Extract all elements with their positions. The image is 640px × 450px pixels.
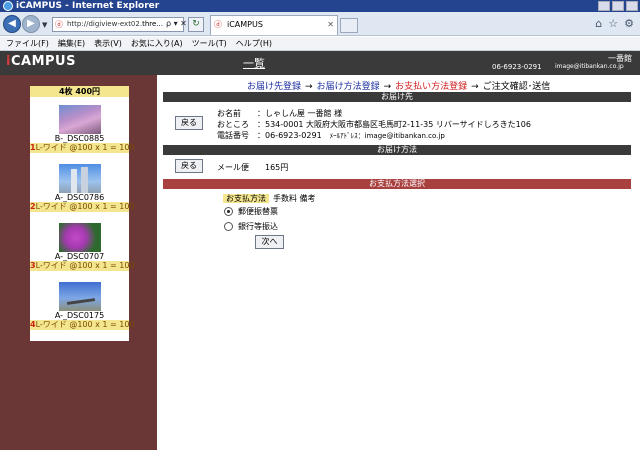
- cart-item[interactable]: A-_DSC0707 3L-ワイド @100 x 1 = 100: [30, 223, 135, 271]
- ie-icon: [3, 1, 13, 11]
- cart-summary: 4枚 400円: [30, 86, 129, 97]
- delivery-method: メール便 165円: [217, 162, 288, 173]
- photo-filename: A-_DSC0707: [54, 252, 105, 261]
- payment-method-header: お支払方法選択: [163, 179, 631, 189]
- window-controls: [598, 0, 638, 11]
- address-label: おところ: [217, 120, 249, 129]
- site-header: iCAMPUS 一覧 一番館 06-6923-0291 image@itiban…: [0, 51, 640, 75]
- menu-tools[interactable]: ツール(T): [192, 37, 227, 50]
- menu-view[interactable]: 表示(V): [94, 37, 122, 50]
- forward-arrow-icon[interactable]: ▶: [22, 15, 40, 33]
- delivery-method-header: お届け方法: [163, 145, 631, 155]
- tab-title: iCAMPUS: [227, 20, 263, 29]
- window-titlebar: iCAMPUS - Internet Explorer: [0, 0, 640, 12]
- photo-thumbnail[interactable]: [58, 223, 101, 252]
- step-arrow-icon: →: [383, 82, 392, 92]
- menu-favorites[interactable]: お気に入り(A): [131, 37, 183, 50]
- payment-option-bank[interactable]: 銀行等振込: [224, 221, 278, 232]
- menu-file[interactable]: ファイル(F): [6, 37, 49, 50]
- address-value: ：534-0001 大阪府大阪市都島区毛馬町2-11-35 リバーサイドしろきた…: [257, 120, 531, 129]
- address-bar[interactable]: ⓓ http://digiview-ext02.thre...: [52, 17, 184, 32]
- home-icon[interactable]: ⌂: [595, 17, 602, 30]
- payment-fee-column: 手数料 備考: [273, 194, 316, 203]
- menu-bar: ファイル(F) 編集(E) 表示(V) お気に入り(A) ツール(T) ヘルプ(…: [0, 37, 640, 51]
- method-name: メール便: [217, 163, 249, 172]
- step-address[interactable]: お届け先登録: [247, 82, 301, 92]
- photo-order-line: 2L-ワイド @100 x 1 = 100: [30, 202, 135, 212]
- menu-help[interactable]: ヘルプ(H): [236, 37, 272, 50]
- photo-thumbnail[interactable]: [58, 282, 101, 311]
- photo-order-line: 4L-ワイド @100 x 1 = 100: [30, 320, 135, 330]
- address-prefix: http://digiview-ext02.: [67, 20, 143, 28]
- step-payment: お支払い方法登録: [395, 82, 468, 92]
- step-delivery[interactable]: お届け方法登録: [317, 82, 380, 92]
- address-back-button[interactable]: 戻る: [175, 116, 203, 130]
- postal-transfer-label: 郵便振替票: [238, 207, 278, 216]
- delivery-address-header: お届け先: [163, 92, 631, 102]
- cart-item[interactable]: B-_DSC0885 1L-ワイド @100 x 1 = 100: [30, 105, 135, 153]
- payment-columns: お支払方法 手数料 備考: [223, 193, 316, 204]
- photo-filename: A-_DSC0786: [54, 193, 105, 202]
- refresh-icon[interactable]: ↻: [188, 17, 204, 32]
- phone-label: 電話番号: [217, 131, 249, 140]
- delivery-address-details: お名前 ：しゃしん屋 一番館 様 おところ ：534-0001 大阪府大阪市都島区毛…: [217, 108, 531, 142]
- browser-toolbar: ◀ ▶ ▼ ⓓ http://digiview-ext02.thre... ρ …: [0, 12, 640, 36]
- photo-thumbnail[interactable]: [58, 164, 101, 193]
- browser-icons: ⌂ ☆ ⚙: [595, 17, 634, 30]
- site-logo[interactable]: iCAMPUS: [6, 54, 76, 69]
- gear-icon[interactable]: ⚙: [624, 17, 634, 30]
- back-arrow-icon[interactable]: ◀: [3, 15, 21, 33]
- method-back-button[interactable]: 戻る: [175, 159, 203, 173]
- cart-panel: 4枚 400円 B-_DSC0885 1L-ワイド @100 x 1 = 100…: [30, 86, 135, 341]
- menu-edit[interactable]: 編集(E): [58, 37, 85, 50]
- step-arrow-icon: →: [305, 82, 313, 92]
- photo-thumbnail[interactable]: [58, 105, 101, 134]
- history-dropdown-icon[interactable]: ▼: [42, 21, 47, 29]
- bank-transfer-radio[interactable]: [224, 222, 233, 231]
- site-favicon-icon: ⓓ: [55, 20, 63, 29]
- email-label: ﾒｰﾙｱﾄﾞﾚｽ: [329, 132, 358, 140]
- photo-order-line: 3L-ワイド @100 x 1 = 100: [30, 261, 135, 271]
- minimize-button[interactable]: [598, 1, 610, 11]
- close-window-button[interactable]: [626, 1, 638, 11]
- checkout-steps: お届け先登録 → お届け方法登録 → お支払い方法登録 → ご注文確認･送信: [247, 79, 550, 92]
- tab-close-icon[interactable]: ✕: [327, 16, 334, 34]
- payment-method-column: お支払方法: [223, 194, 269, 203]
- postal-transfer-radio[interactable]: [224, 207, 233, 216]
- name-label: お名前: [217, 109, 241, 118]
- address-tools[interactable]: ρ ▾ ✕: [166, 19, 187, 28]
- phone-value: ：06-6923-0291: [257, 131, 322, 140]
- tab-favicon-icon: ⓓ: [214, 20, 222, 29]
- next-button[interactable]: 次へ: [255, 235, 284, 249]
- checkout-main: お届け先登録 → お届け方法登録 → お支払い方法登録 → ご注文確認･送信 お届け先 戻る…: [163, 75, 631, 450]
- browser-tab[interactable]: ⓓ iCAMPUS ✕: [210, 15, 338, 35]
- address-host: thre...: [142, 20, 163, 28]
- shop-email: image@itibankan.co.jp: [555, 63, 624, 70]
- step-confirm: ご注文確認･送信: [482, 82, 551, 92]
- cart-item[interactable]: A-_DSC0175 4L-ワイド @100 x 1 = 100: [30, 282, 135, 330]
- bank-transfer-label: 銀行等振込: [238, 222, 278, 231]
- payment-option-postal[interactable]: 郵便振替票: [224, 206, 278, 217]
- shop-phone: 06-6923-0291: [492, 63, 542, 71]
- method-price: 165円: [265, 163, 289, 172]
- new-tab-button[interactable]: [340, 18, 358, 33]
- cart-item[interactable]: A-_DSC0786 2L-ワイド @100 x 1 = 100: [30, 164, 135, 212]
- cart-sidebar: 4枚 400円 B-_DSC0885 1L-ワイド @100 x 1 = 100…: [0, 75, 157, 450]
- star-icon[interactable]: ☆: [608, 17, 618, 30]
- email-value: ：image@itibankan.co.jp: [357, 132, 445, 140]
- step-arrow-icon: →: [471, 82, 479, 92]
- list-link[interactable]: 一覧: [243, 55, 265, 71]
- maximize-button[interactable]: [612, 1, 624, 11]
- photo-filename: A-_DSC0175: [54, 311, 105, 320]
- photo-order-line: 1L-ワイド @100 x 1 = 100: [30, 143, 135, 153]
- window-title: iCAMPUS - Internet Explorer: [16, 1, 160, 11]
- name-value: ：しゃしん屋 一番館 様: [257, 109, 343, 118]
- photo-filename: B-_DSC0885: [54, 134, 105, 143]
